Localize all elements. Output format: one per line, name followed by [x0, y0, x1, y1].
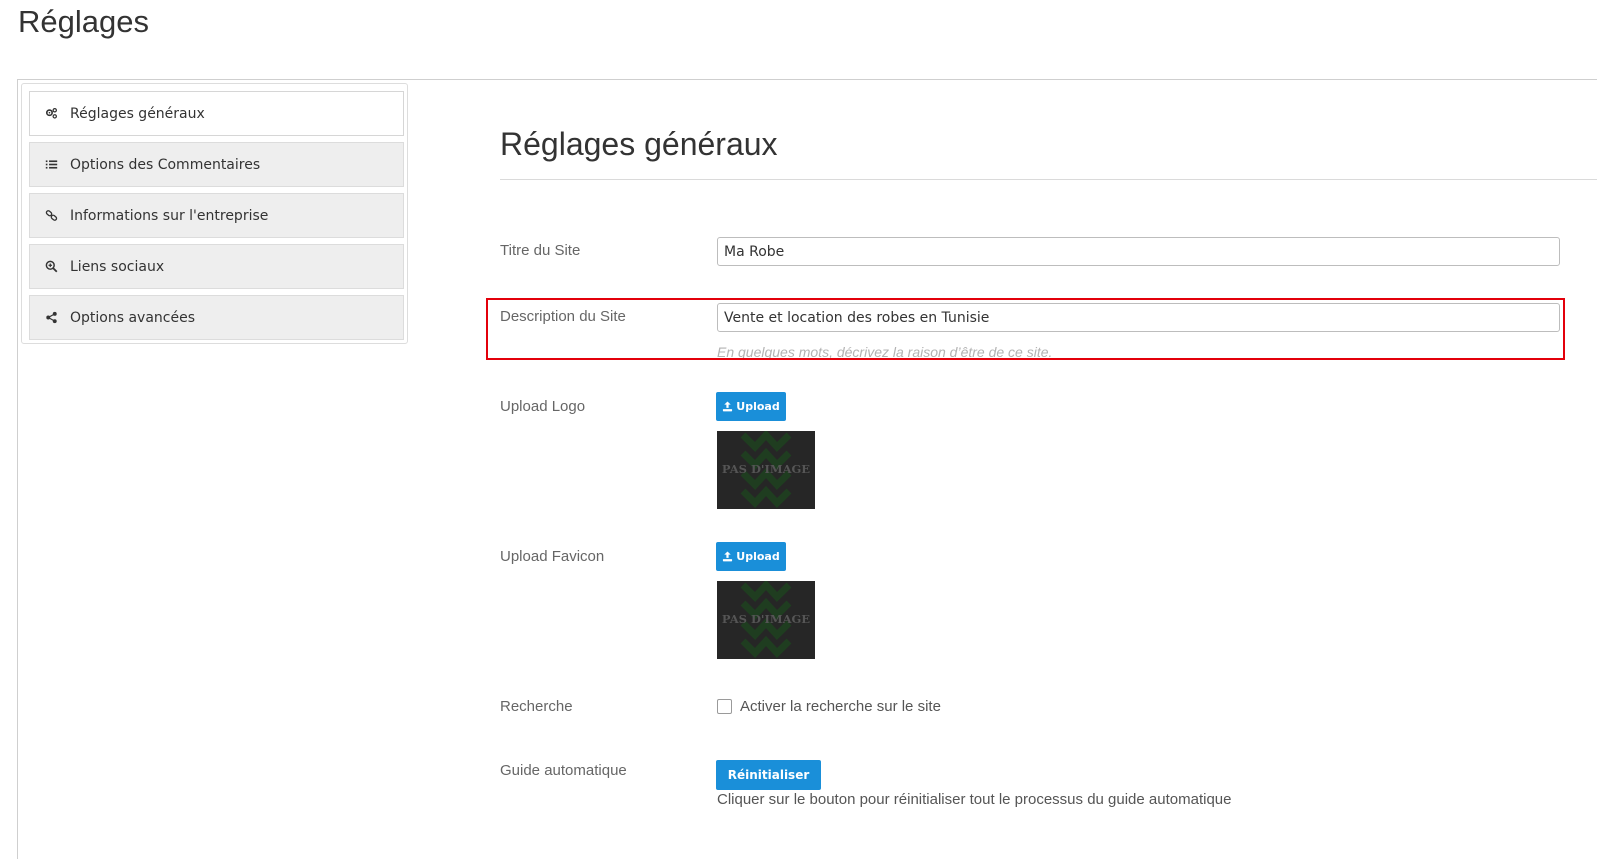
upload-logo-button[interactable]: Upload — [716, 392, 786, 421]
site-description-input[interactable] — [717, 303, 1560, 332]
upload-logo-label: Upload Logo — [500, 398, 586, 415]
settings-sidebar: Réglages généraux Options des Commentair… — [21, 83, 408, 344]
sidebar-item-label: Options avancées — [70, 309, 196, 326]
enable-search-checkbox[interactable] — [717, 699, 732, 714]
sidebar-item-advanced-options[interactable]: Options avancées — [29, 295, 404, 340]
svg-text:PAS D'IMAGE: PAS D'IMAGE — [722, 462, 810, 476]
sidebar-item-social-links[interactable]: Liens sociaux — [29, 244, 404, 289]
search-label: Recherche — [500, 698, 573, 715]
site-title-input[interactable] — [717, 237, 1560, 266]
sidebar-item-comment-options[interactable]: Options des Commentaires — [29, 142, 404, 187]
upload-icon — [723, 401, 733, 412]
favicon-preview-image: PAS D'IMAGE — [717, 581, 815, 659]
reset-guide-button[interactable]: Réinitialiser — [716, 760, 821, 790]
upload-favicon-button-label: Upload — [736, 550, 780, 563]
search-plus-icon — [44, 260, 58, 274]
upload-favicon-button[interactable]: Upload — [716, 542, 786, 571]
sidebar-item-company-info[interactable]: Informations sur l'entreprise — [29, 193, 404, 238]
reset-guide-description: Cliquer sur le bouton pour réinitialiser… — [717, 791, 1232, 808]
sidebar-item-label: Options des Commentaires — [70, 156, 261, 173]
logo-preview-image: PAS D'IMAGE — [717, 431, 815, 509]
upload-favicon-label: Upload Favicon — [500, 548, 605, 565]
section-title: Réglages généraux — [500, 126, 778, 162]
sidebar-item-label: Liens sociaux — [70, 258, 165, 275]
section-divider — [500, 179, 1597, 180]
svg-text:PAS D'IMAGE: PAS D'IMAGE — [722, 612, 810, 626]
share-icon — [44, 311, 58, 325]
site-description-label: Description du Site — [500, 308, 626, 325]
auto-guide-label: Guide automatique — [500, 762, 627, 779]
enable-search-checkbox-label[interactable]: Activer la recherche sur le site — [740, 698, 941, 715]
list-icon — [44, 158, 58, 172]
sidebar-item-label: Réglages généraux — [70, 105, 205, 122]
sidebar-item-label: Informations sur l'entreprise — [70, 207, 269, 224]
site-title-label: Titre du Site — [500, 242, 581, 259]
upload-icon — [723, 551, 733, 562]
link-icon — [44, 209, 58, 223]
page-title: Réglages — [18, 4, 149, 39]
upload-logo-button-label: Upload — [736, 400, 780, 413]
site-description-help: En quelques mots, décrivez la raison d’ê… — [717, 344, 1053, 358]
sidebar-item-general-settings[interactable]: Réglages généraux — [29, 91, 404, 136]
gears-icon — [44, 107, 58, 121]
